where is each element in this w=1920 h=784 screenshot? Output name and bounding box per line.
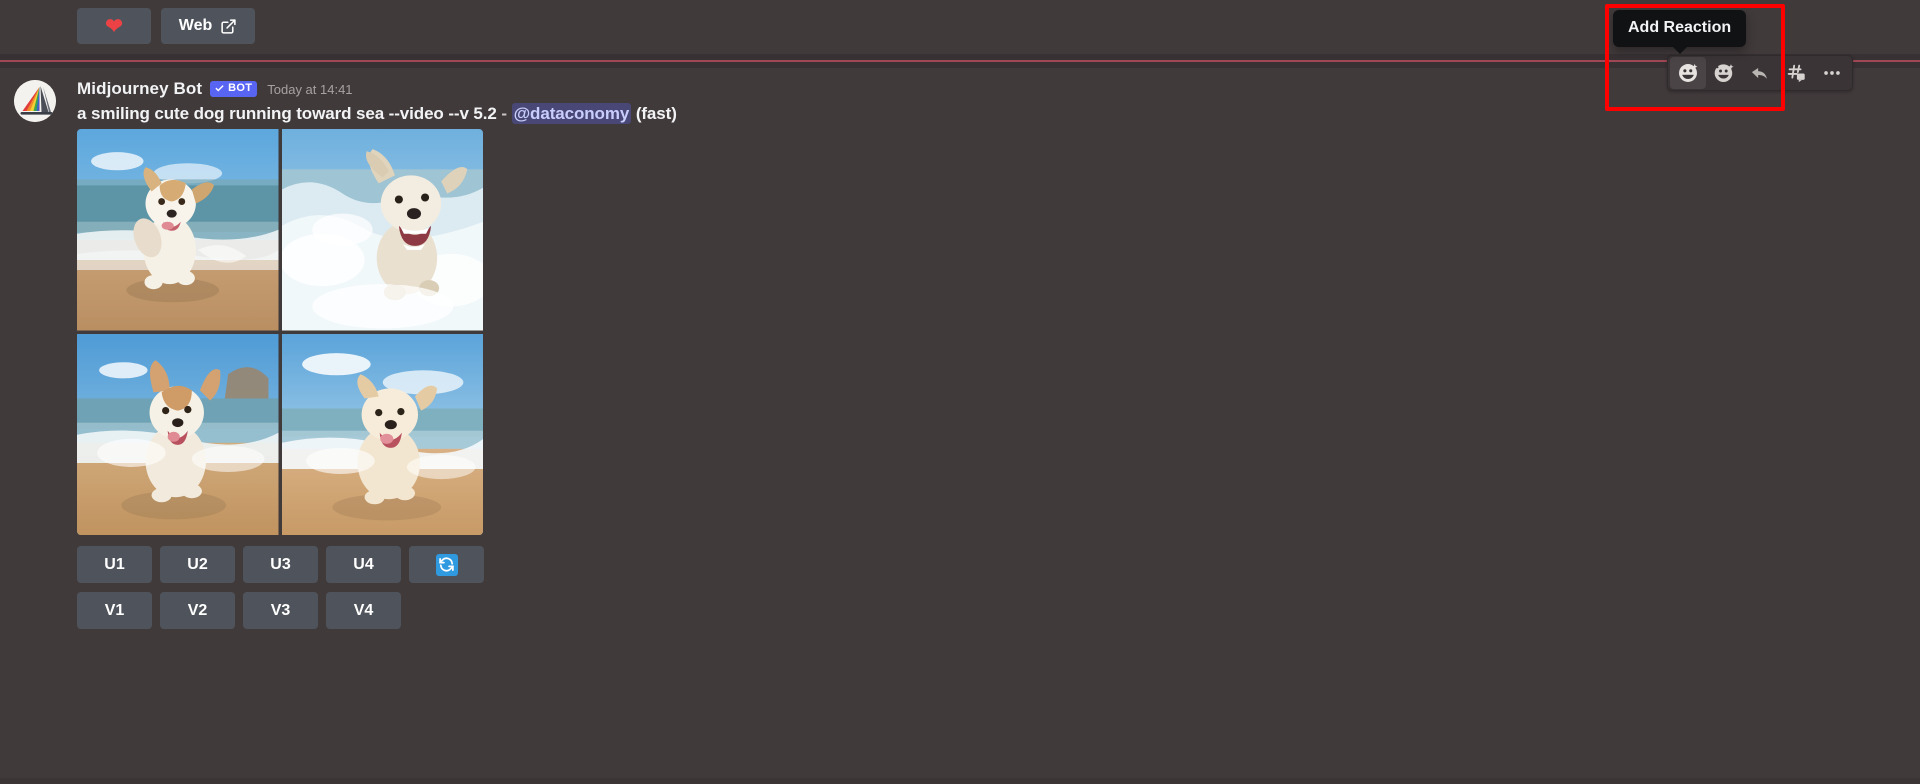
thread-hash-icon [1785,62,1807,84]
web-button[interactable]: Web [161,8,255,44]
upscale-button-u2[interactable]: U2 [160,546,235,583]
upscale-button-u4[interactable]: U4 [326,546,401,583]
message-header: Midjourney Bot BOT Today at 14:41 [77,79,353,99]
bot-badge-label: BOT [228,82,253,94]
divider-line [0,60,1920,62]
super-reaction-icon [1713,62,1735,84]
super-reaction-button[interactable] [1706,57,1742,89]
upscale-button-u3[interactable]: U3 [243,546,318,583]
add-reaction-button[interactable] [1670,57,1706,89]
image-quadrant-4[interactable] [281,333,483,535]
user-mention[interactable]: @dataconomy [511,103,632,124]
generated-image-grid[interactable] [77,129,483,535]
message-timestamp: Today at 14:41 [267,81,353,97]
web-button-label: Web [178,17,213,34]
variation-button-v3[interactable]: V3 [243,592,318,629]
bot-badge: BOT [210,81,258,97]
external-link-icon [220,18,237,35]
image-quadrant-3[interactable] [77,333,279,535]
prompt-body: a smiling cute dog running toward sea --… [77,104,497,123]
heart-icon: ❤ [105,14,123,38]
more-horizontal-icon [1821,62,1843,84]
add-reaction-tooltip: Add Reaction [1613,10,1747,47]
upscale-button-row: U1 U2 U3 U4 [77,546,484,583]
midjourney-sailboat-avatar[interactable] [14,80,56,122]
new-message-divider [0,54,1920,68]
prompt-speed-label: (fast) [635,104,677,123]
add-reaction-icon [1677,62,1699,84]
variation-button-row: V1 V2 V3 V4 [77,592,401,629]
variation-button-v4[interactable]: V4 [326,592,401,629]
like-button[interactable]: ❤ [77,8,151,44]
message-prompt-text: a smiling cute dog running toward sea --… [77,103,677,124]
image-quadrant-2[interactable] [281,129,483,331]
discord-message-view: ❤ Web Midjourney Bot BOT Today at 14:41 … [0,0,1920,784]
variation-button-v2[interactable]: V2 [160,592,235,629]
prompt-separator: - [501,104,507,123]
more-actions-button[interactable] [1814,57,1850,89]
message-container: Midjourney Bot BOT Today at 14:41 a smil… [0,68,1920,784]
reply-button[interactable] [1742,57,1778,89]
reroll-button[interactable] [409,546,484,583]
message-hover-toolbar [1667,55,1853,91]
variation-button-v1[interactable]: V1 [77,592,152,629]
verified-check-icon [214,83,225,94]
author-name[interactable]: Midjourney Bot [77,79,202,99]
bottom-edge [0,778,1920,784]
refresh-icon [435,553,458,576]
reply-arrow-icon [1749,62,1771,84]
upscale-button-u1[interactable]: U1 [77,546,152,583]
create-thread-button[interactable] [1778,57,1814,89]
image-quadrant-1[interactable] [77,129,279,331]
